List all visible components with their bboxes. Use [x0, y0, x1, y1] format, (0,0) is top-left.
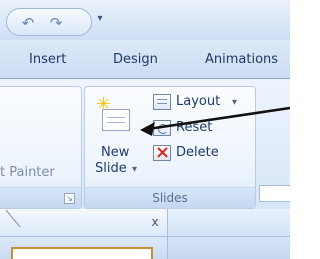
new-slide-icon[interactable]: ✳ — [96, 94, 136, 137]
slides-pane-area — [0, 237, 290, 259]
pane-corner-icon — [5, 209, 21, 228]
slide-thumbnail[interactable] — [11, 247, 153, 259]
title-bar: ↶ ↷ ▾ — [0, 0, 290, 41]
new-slide-label-line2[interactable]: Slide — [95, 161, 127, 176]
chevron-down-icon[interactable]: ▾ — [94, 13, 106, 25]
delete-x-icon: × — [155, 142, 171, 163]
new-slide-dropdown-icon[interactable]: ▾ — [132, 164, 137, 175]
delete-button[interactable]: Delete — [176, 145, 219, 160]
tab-design[interactable]: Design — [113, 50, 158, 70]
layout-icon — [153, 94, 171, 110]
tab-animations[interactable]: Animations — [205, 50, 278, 70]
layout-dropdown-icon[interactable]: ▾ — [232, 97, 237, 108]
clipboard-group-partial: t Painter ↘ — [0, 86, 82, 209]
reset-button[interactable]: Reset — [176, 120, 212, 135]
undo-icon[interactable]: ↶ — [17, 13, 39, 33]
slides-pane-tab[interactable]: x — [0, 209, 168, 236]
slides-pane-header: x — [0, 209, 290, 237]
new-slide-label-line1[interactable]: New — [101, 145, 129, 160]
slides-pane — [0, 237, 168, 259]
format-painter-label: t Painter — [0, 165, 55, 180]
ribbon: t Painter ↘ ✳ New Slide ▾ Layout ▾ Reset… — [0, 79, 290, 235]
ribbon-tabs: Insert Design Animations — [0, 40, 290, 79]
sparkle-icon: ✳ — [96, 94, 112, 115]
layout-button[interactable]: Layout — [176, 94, 220, 109]
reset-icon — [153, 120, 171, 136]
slides-group-label: Slides — [152, 191, 188, 205]
slides-group: ✳ New Slide ▾ Layout ▾ Reset × Delete Sl… — [84, 86, 256, 209]
delete-icon: × — [153, 142, 171, 163]
quick-access-toolbar: ↶ ↷ — [6, 8, 92, 36]
dialog-launcher-icon[interactable]: ↘ — [64, 193, 75, 204]
tab-insert[interactable]: Insert — [29, 50, 66, 70]
font-name-field-partial[interactable] — [259, 185, 290, 202]
close-icon[interactable]: x — [146, 213, 164, 231]
redo-icon[interactable]: ↷ — [45, 13, 67, 33]
